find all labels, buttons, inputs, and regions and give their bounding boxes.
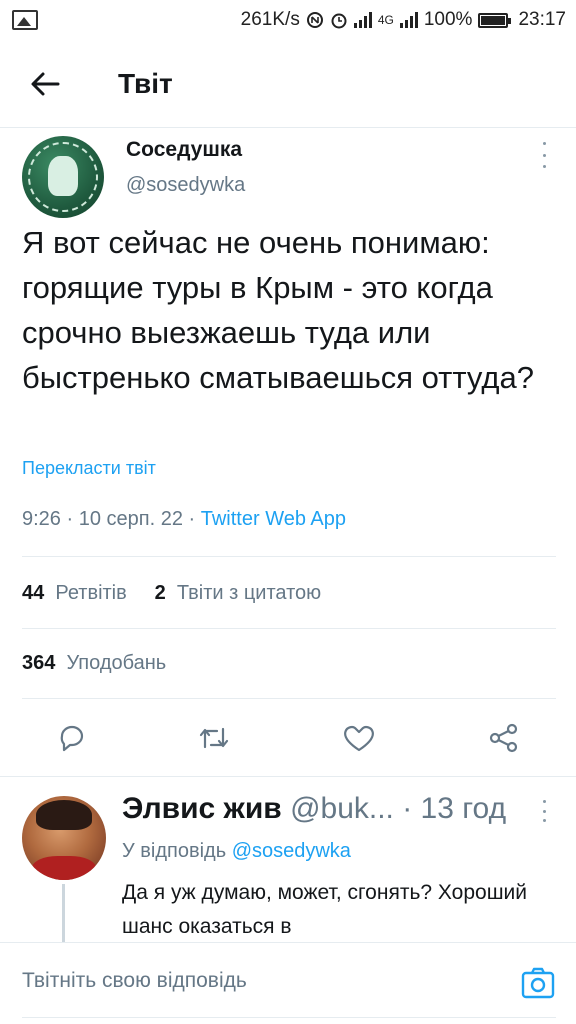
reply-to: У відповідь @sosedywka: [122, 840, 351, 863]
compose-underline: [22, 1017, 556, 1018]
status-bar: 261K/s 4G 100% 23:17: [0, 0, 576, 40]
reply-to-handle[interactable]: @sosedywka: [232, 840, 351, 862]
thread-line: [62, 884, 65, 942]
reply-compose-bar: Твітніть свою відповідь: [0, 942, 576, 1024]
battery-percent: 100%: [423, 9, 473, 30]
signal-icon-2: [399, 12, 418, 28]
camera-icon: [521, 967, 555, 999]
network-type: 4G: [377, 13, 394, 27]
arrow-left-icon: [31, 72, 60, 95]
network-speed: 261K/s: [240, 9, 300, 30]
reply-header: Элвис жив @buk... · 13 год: [122, 792, 506, 826]
reply-text: Да я уж думаю, может, сгонять? Хороший ш…: [122, 881, 528, 938]
page-title: Твіт: [118, 67, 173, 99]
back-button[interactable]: [10, 40, 80, 128]
clock: 23:17: [518, 9, 566, 30]
signal-icon: [353, 12, 372, 28]
main-tweet: Соседушка @sosedywka Я вот сейчас не оче…: [0, 128, 576, 942]
reply-input[interactable]: Твітніть свою відповідь: [22, 969, 247, 993]
status-right: 261K/s 4G 100% 23:17: [241, 9, 566, 31]
camera-button[interactable]: [520, 965, 556, 1001]
reply-author-avatar[interactable]: [22, 796, 106, 880]
reply-to-label: У відповідь: [122, 840, 227, 862]
reply-author-name[interactable]: Элвис жив: [122, 792, 282, 825]
battery-icon: [478, 12, 512, 28]
nfc-icon: [306, 12, 323, 28]
top-app-bar: Твіт: [0, 40, 576, 128]
reply-author-handle[interactable]: @buk...: [290, 792, 394, 825]
image-notification-icon: [12, 10, 38, 30]
reply-tweet[interactable]: Элвис жив @buk... · 13 год У відповідь @…: [0, 128, 576, 942]
alarm-icon: [331, 13, 347, 29]
reply-time: · 13 год: [402, 792, 507, 825]
more-options-icon[interactable]: [534, 800, 554, 822]
